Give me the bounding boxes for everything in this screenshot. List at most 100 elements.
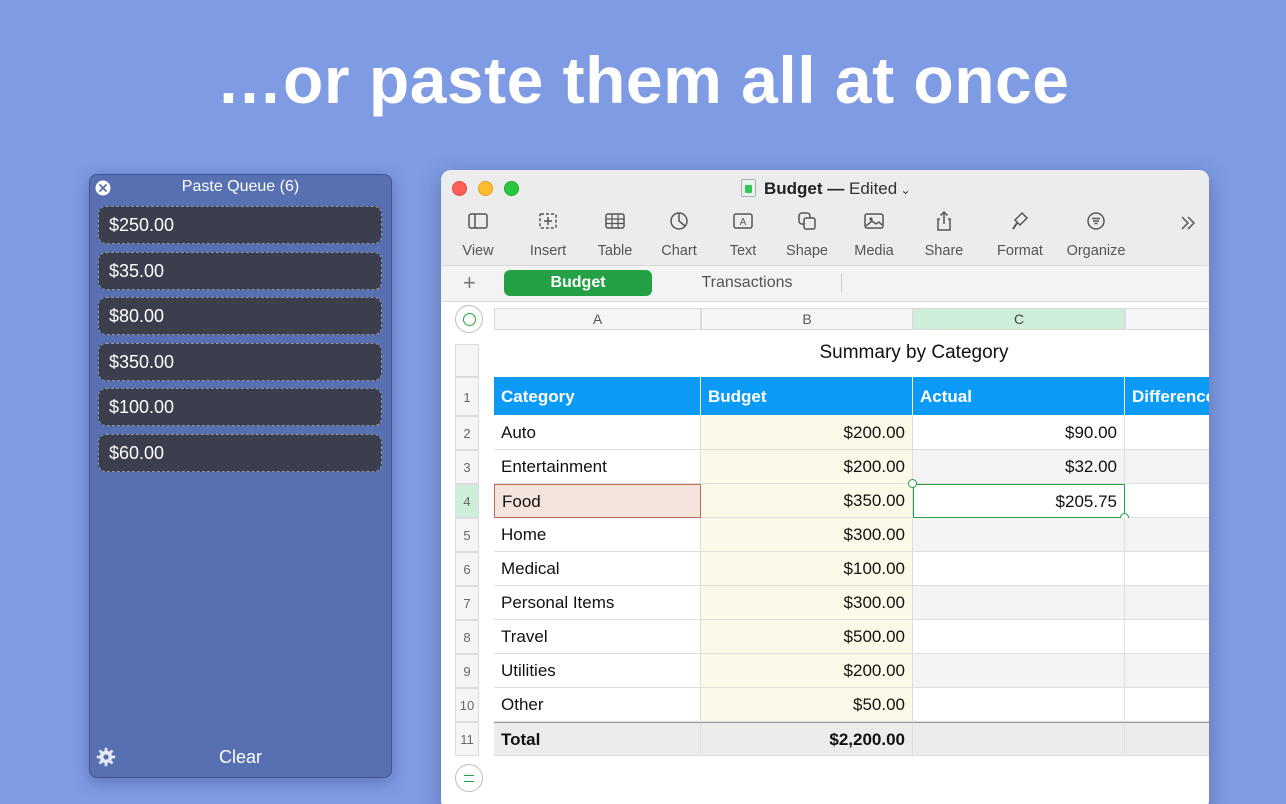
category-cell[interactable]: Travel: [494, 620, 701, 654]
column-header-b[interactable]: B: [701, 308, 913, 330]
document-name: Budget —: [764, 179, 845, 198]
row-header[interactable]: 1: [455, 377, 479, 416]
tab-budget[interactable]: Budget: [504, 270, 652, 296]
actual-cell[interactable]: $32.00: [913, 450, 1125, 484]
category-cell[interactable]: Food: [494, 484, 701, 518]
budget-cell[interactable]: $350.00: [701, 484, 913, 518]
format-button[interactable]: Format: [985, 210, 1055, 259]
row-header[interactable]: 2: [455, 416, 479, 450]
paste-queue-list: $250.00 $35.00 $80.00 $350.00 $100.00 $6…: [98, 206, 382, 480]
actual-cell[interactable]: $205.75: [913, 484, 1125, 518]
table-header-cell[interactable]: Budget: [701, 377, 913, 416]
row-header[interactable]: 6: [455, 552, 479, 586]
column-header-a[interactable]: A: [494, 308, 701, 330]
actual-cell[interactable]: [913, 654, 1125, 688]
shape-icon: [798, 212, 816, 230]
column-header-d[interactable]: [1125, 308, 1209, 330]
difference-cell[interactable]: [1125, 416, 1209, 450]
budget-cell[interactable]: $200.00: [701, 450, 913, 484]
row-header[interactable]: 10: [455, 688, 479, 722]
budget-cell[interactable]: $300.00: [701, 586, 913, 620]
numbers-window: Budget — Edited ⌄ View Insert Table Char…: [441, 170, 1209, 804]
category-cell[interactable]: Home: [494, 518, 701, 552]
row-header[interactable]: 11: [455, 722, 479, 756]
minimize-window-button[interactable]: [478, 181, 493, 196]
tab-transactions[interactable]: Transactions: [657, 270, 837, 296]
category-cell[interactable]: Medical: [494, 552, 701, 586]
difference-cell[interactable]: [1125, 518, 1209, 552]
table-title[interactable]: Summary by Category: [494, 342, 1209, 364]
queue-item[interactable]: $100.00: [98, 388, 382, 427]
media-icon: [864, 213, 884, 229]
category-cell[interactable]: Other: [494, 688, 701, 722]
row-header[interactable]: 7: [455, 586, 479, 620]
table-header-cell[interactable]: Difference: [1125, 377, 1209, 416]
queue-item[interactable]: $60.00: [98, 433, 382, 472]
difference-cell[interactable]: [1125, 654, 1209, 688]
category-cell[interactable]: Personal Items: [494, 586, 701, 620]
difference-cell[interactable]: [1125, 450, 1209, 484]
queue-item[interactable]: $350.00: [98, 342, 382, 381]
queue-item[interactable]: $35.00: [98, 251, 382, 290]
text-button[interactable]: A Text: [708, 210, 778, 259]
table-button[interactable]: Table: [580, 210, 650, 259]
share-icon: [937, 210, 951, 231]
close-window-button[interactable]: [452, 181, 467, 196]
budget-cell[interactable]: $300.00: [701, 518, 913, 552]
category-cell[interactable]: Entertainment: [494, 450, 701, 484]
budget-cell[interactable]: $200.00: [701, 416, 913, 450]
table-header-cell[interactable]: Category: [494, 377, 701, 416]
budget-cell[interactable]: $500.00: [701, 620, 913, 654]
headline: …or paste them all at once: [216, 43, 1070, 117]
zoom-window-button[interactable]: [504, 181, 519, 196]
total-difference-cell[interactable]: [1125, 722, 1209, 756]
actual-cell[interactable]: [913, 552, 1125, 586]
row-header[interactable]: 5: [455, 518, 479, 552]
row-header[interactable]: 9: [455, 654, 479, 688]
difference-cell[interactable]: [1125, 586, 1209, 620]
difference-cell[interactable]: [1125, 484, 1209, 518]
selection-handle[interactable]: [908, 479, 917, 488]
organize-button[interactable]: Organize: [1061, 210, 1131, 259]
total-label-cell[interactable]: Total: [494, 722, 701, 756]
queue-item[interactable]: $250.00: [98, 206, 382, 244]
queue-item[interactable]: $80.00: [98, 297, 382, 336]
more-tools-icon[interactable]: [1177, 212, 1199, 234]
add-row-handle[interactable]: [455, 764, 483, 792]
shape-button[interactable]: Shape: [772, 210, 842, 259]
share-button[interactable]: Share: [909, 210, 979, 259]
row-header[interactable]: 3: [455, 450, 479, 484]
table-header-cell[interactable]: Actual: [913, 377, 1125, 416]
category-cell[interactable]: Utilities: [494, 654, 701, 688]
chart-icon: [670, 212, 688, 230]
tab-divider: [841, 274, 842, 292]
total-budget-cell[interactable]: $2,200.00: [701, 722, 913, 756]
budget-cell[interactable]: $50.00: [701, 688, 913, 722]
select-table-handle[interactable]: [455, 305, 483, 333]
row-header[interactable]: 4: [455, 484, 479, 518]
difference-cell[interactable]: [1125, 620, 1209, 654]
add-sheet-button[interactable]: +: [463, 270, 476, 296]
media-button[interactable]: Media: [839, 210, 909, 259]
actual-cell[interactable]: $90.00: [913, 416, 1125, 450]
actual-cell[interactable]: [913, 518, 1125, 552]
budget-cell[interactable]: $100.00: [701, 552, 913, 586]
text-icon: A: [733, 213, 753, 229]
insert-button[interactable]: Insert: [513, 210, 583, 259]
budget-cell[interactable]: $200.00: [701, 654, 913, 688]
total-actual-cell[interactable]: [913, 722, 1125, 756]
clear-button[interactable]: Clear: [90, 747, 391, 768]
actual-cell[interactable]: [913, 620, 1125, 654]
category-cell[interactable]: Auto: [494, 416, 701, 450]
document-title[interactable]: Budget — Edited ⌄: [741, 179, 911, 199]
difference-cell[interactable]: [1125, 552, 1209, 586]
difference-cell[interactable]: [1125, 688, 1209, 722]
actual-cell[interactable]: [913, 586, 1125, 620]
actual-cell[interactable]: [913, 688, 1125, 722]
table-icon: [605, 213, 625, 229]
view-button[interactable]: View: [443, 210, 513, 259]
row-header[interactable]: 8: [455, 620, 479, 654]
paste-queue-panel: Paste Queue (6) $250.00 $35.00 $80.00 $3…: [89, 174, 392, 778]
chart-button[interactable]: Chart: [644, 210, 714, 259]
column-header-c[interactable]: C: [913, 308, 1125, 330]
